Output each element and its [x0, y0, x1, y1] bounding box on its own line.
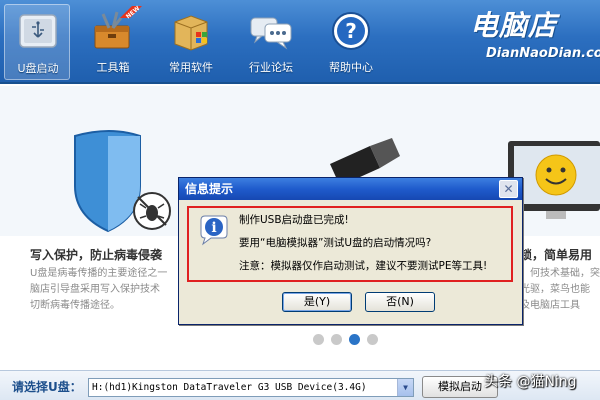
svg-text:?: ?	[345, 19, 357, 43]
feature-text-left: U盘是病毒传播的主要途径之一 脑店引导盘采用写入保护技术 切断病毒传播途径。	[30, 266, 200, 314]
dialog-message-line: 注意：模拟器仅作启动测试，建议不要测试PE等工具!	[239, 260, 488, 272]
usb-drive-icon	[19, 14, 57, 48]
svg-text:i: i	[211, 220, 216, 236]
brand-logo: 电脑店	[470, 9, 558, 42]
toolbar-software[interactable]: 常用软件	[158, 4, 224, 80]
top-toolbar: U盘启动 NEW 工具箱 常用软件 行业论坛 ? 帮助中心 电脑店 DianNa…	[0, 0, 600, 84]
toolbar-label: 工具箱	[96, 61, 130, 74]
info-icon: i	[200, 215, 228, 246]
feature-text-line: 切断病毒传播途径。	[30, 300, 120, 311]
new-badge-icon: NEW	[120, 5, 142, 20]
software-box-icon	[174, 15, 208, 51]
carousel-dot[interactable]	[331, 334, 342, 345]
toolbar-forum[interactable]: 行业论坛	[238, 4, 304, 80]
no-button[interactable]: 否(N)	[365, 292, 435, 312]
toolbar-usb-boot[interactable]: U盘启动	[4, 4, 70, 80]
carousel-dot-active[interactable]	[349, 334, 360, 345]
toolbar-label: 常用软件	[169, 61, 213, 74]
yes-button[interactable]: 是(Y)	[282, 292, 352, 312]
feature-text-line: 脑店引导盘采用写入保护技术	[30, 284, 160, 295]
feature-text-right: ，何技术基础，突 光驱，菜鸟也能 及电脑店工具	[520, 266, 600, 314]
watermark: 头条 @猫Ning	[484, 374, 577, 390]
brand-domain: DianNaoDian.com	[486, 46, 600, 61]
toolbar-label: U盘启动	[17, 62, 59, 75]
feature-text-line: U盘是病毒传播的主要途径之一	[30, 268, 168, 279]
carousel-dot[interactable]	[313, 334, 324, 345]
dialog-message-line: 要用“电脑模拟器”测试U盘的启动情况吗?	[239, 237, 432, 249]
dialog-message-line: 制作USB启动盘已完成!	[239, 214, 349, 226]
forum-chat-icon	[250, 17, 292, 50]
chevron-down-icon[interactable]: ▼	[397, 379, 413, 396]
feature-text-line: 及电脑店工具	[520, 300, 580, 311]
toolbar-label: 行业论坛	[249, 61, 293, 74]
selected-drive-value: H:(hd1)Kingston DataTraveler G3 USB Devi…	[92, 382, 367, 393]
drive-select[interactable]: H:(hd1)Kingston DataTraveler G3 USB Devi…	[88, 378, 414, 397]
select-drive-label: 请选择U盘：	[12, 380, 82, 394]
feature-text-line: 光驱，菜鸟也能	[520, 284, 590, 295]
feature-text-line: ，何技术基础，突	[520, 268, 600, 279]
carousel-dots	[313, 330, 385, 345]
help-icon: ?	[332, 12, 370, 50]
dialog-message-box: i 制作USB启动盘已完成! 要用“电脑模拟器”测试U盘的启动情况吗? 注意：模…	[187, 206, 513, 282]
carousel-dot[interactable]	[367, 334, 378, 345]
toolbar-label: 帮助中心	[329, 61, 373, 74]
toolbar-help[interactable]: ? 帮助中心	[318, 4, 384, 80]
dialog-title: 信息提示	[179, 178, 522, 200]
toolbar-toolbox[interactable]: NEW 工具箱	[80, 4, 146, 80]
feature-title-right: 锁，简单易用	[520, 248, 593, 262]
dialog-close-button[interactable]: ✕	[499, 180, 518, 198]
info-dialog: 信息提示 ✕ i 制作USB启动盘已完成! 要用“电脑模拟器”测试U盘的启动情况…	[178, 177, 523, 325]
